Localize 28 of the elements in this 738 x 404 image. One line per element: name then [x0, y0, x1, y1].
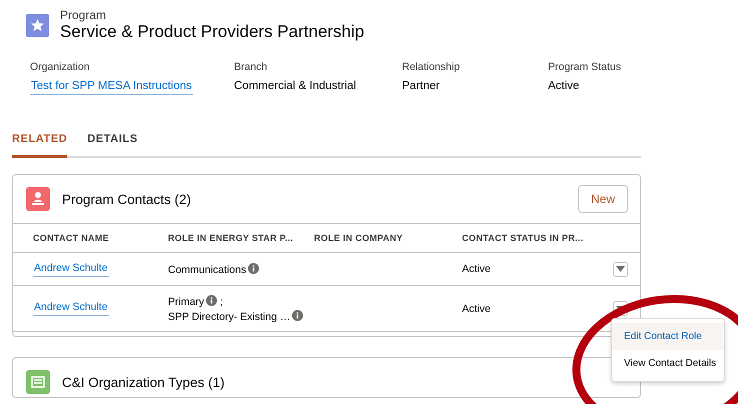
field-label: Program Status [548, 61, 622, 73]
card-title: Program Contacts (2) [62, 192, 192, 206]
role-text: Primary ; [168, 294, 224, 308]
menu-item[interactable]: View Contact Details [612, 350, 724, 377]
field-label: Relationship [402, 61, 461, 73]
field-value: Commercial & Industrial [234, 80, 358, 92]
organization-link[interactable]: Test for SPP MESA Instructions [30, 80, 193, 95]
menu-item[interactable]: Edit Contact Role [612, 323, 724, 350]
tab[interactable]: RELATED [12, 133, 68, 158]
new-button[interactable]: New [578, 185, 628, 213]
field-label: Organization [30, 61, 91, 73]
field-label: Branch [234, 61, 268, 73]
column-header[interactable]: ROLE IN COMPANY [314, 233, 462, 243]
column-header[interactable]: ROLE IN ENERGY STAR P... [168, 233, 314, 243]
column-header[interactable]: CONTACT STATUS IN PR... [462, 233, 600, 243]
field-value: Partner [402, 80, 441, 92]
tab[interactable]: DETAILS [87, 133, 138, 158]
record-title: Service & Product Providers Partnership [60, 22, 364, 42]
status-text: Active [462, 263, 492, 275]
role-text: SPP Directory- Existing … [168, 310, 314, 322]
contact-link[interactable]: Andrew Schulte [33, 301, 109, 316]
contact-link[interactable]: Andrew Schulte [33, 262, 109, 276]
card-title: C&I Organization Types (1) [62, 374, 226, 390]
field-value: Active [548, 80, 580, 92]
status-text: Active [462, 302, 492, 314]
role-text: Communications [168, 262, 314, 276]
column-header[interactable]: CONTACT NAME [33, 233, 168, 243]
object-label: Program [60, 8, 108, 22]
